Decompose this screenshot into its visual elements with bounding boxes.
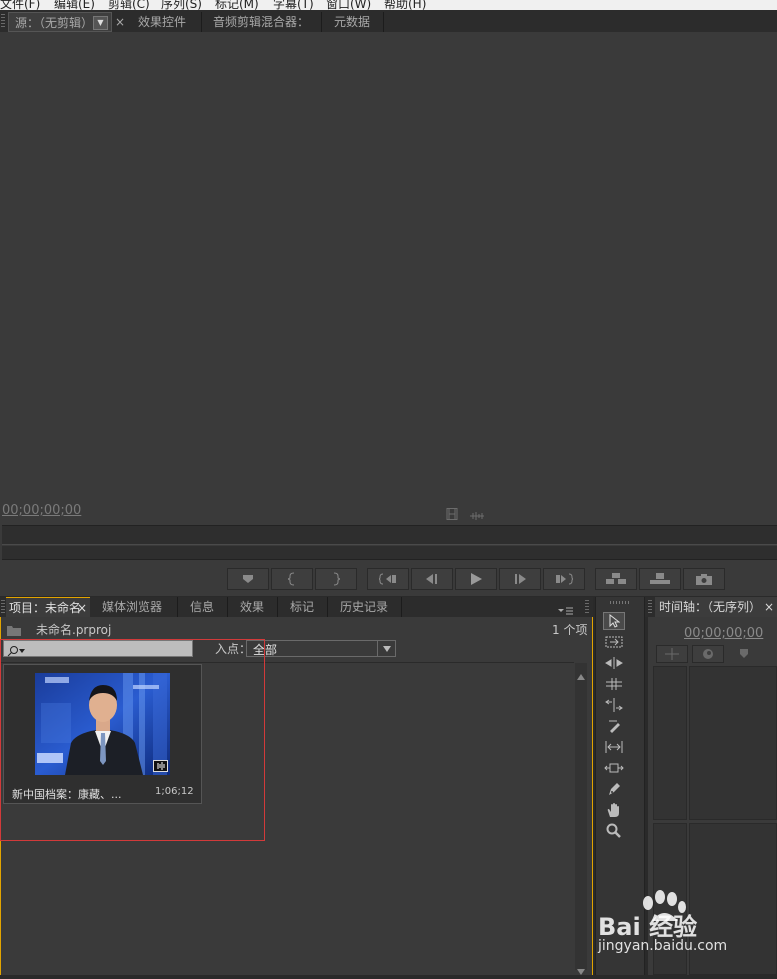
insert-button[interactable] [595,568,637,590]
tab-effects[interactable]: 效果 [228,597,278,617]
tab-markers[interactable]: 标记 [278,597,328,617]
step-back-button[interactable] [411,568,453,590]
audio-waveform-icon[interactable] [470,506,484,525]
play-icon [471,573,482,585]
ripple-edit-tool-icon[interactable] [603,654,625,672]
selection-tool-icon[interactable] [603,612,625,630]
scroll-down-icon[interactable] [577,960,585,979]
tab-metadata[interactable]: 元数据 [322,12,384,32]
project-tab-strip: 项目：未命名 × 媒体浏览器 信息 效果 标记 历史记录 [0,597,593,617]
time-ruler[interactable] [2,525,777,545]
hand-tool-icon[interactable] [603,801,625,819]
timeline-timecode[interactable]: 00;00;00;00 [684,626,763,641]
zoom-scroll-bar[interactable] [2,546,777,560]
scroll-up-icon[interactable] [577,665,585,684]
menu-title[interactable]: 字幕(T) [273,0,314,10]
film-icon[interactable] [446,505,458,524]
project-filename: 未命名.prproj [36,623,112,637]
tab-source[interactable]: 源：（无剪辑） ▼ [8,12,112,32]
add-marker-button[interactable] [227,568,269,590]
panel-grip-right[interactable] [585,600,589,614]
menu-file[interactable]: 文件(F) [0,0,40,10]
go-to-in-icon [379,573,396,585]
mark-out-icon [333,572,340,586]
menu-window[interactable]: 窗口(W) [326,0,371,10]
menu-bar: 文件(F) 编辑(E) 剪辑(C) 序列(S) 标记(M) 字幕(T) 窗口(W… [0,0,777,10]
tab-source-close-icon[interactable]: × [115,12,125,32]
go-to-in-button[interactable] [367,568,409,590]
pen-tool-icon[interactable] [603,780,625,798]
tab-timeline-close-icon[interactable]: × [764,597,774,617]
source-tab-strip: 源：（无剪辑） ▼ × 效果控件 音频剪辑混合器： 元数据 [0,10,777,32]
track-select-tool-icon[interactable] [603,633,625,651]
step-back-icon [426,574,437,584]
camera-icon [696,574,712,585]
menu-edit[interactable]: 编辑(E) [54,0,95,10]
project-scrollbar[interactable] [575,663,587,975]
tab-audio-clip-mixer[interactable]: 音频剪辑混合器： [202,12,322,32]
menu-clip[interactable]: 剪辑(C) [108,0,150,10]
link-icon [703,649,713,659]
timeline-tab-strip: 时间轴：（无序列） × [645,597,777,617]
add-marker-button-timeline[interactable] [728,645,760,663]
chevron-down-icon[interactable] [377,641,396,656]
source-timecode[interactable]: 00;00;00;00 [2,503,81,518]
panel-grip[interactable] [1,600,5,614]
step-forward-button[interactable] [499,568,541,590]
menu-marker[interactable]: 标记(M) [215,0,259,10]
marker-icon [243,575,253,583]
panel-grip[interactable] [1,14,5,28]
go-to-out-button[interactable] [543,568,585,590]
video-track-area[interactable] [689,666,777,820]
insert-icon [606,573,626,584]
mark-in-icon [288,572,295,586]
snap-icon [665,648,679,660]
step-forward-icon [515,574,526,584]
snap-button[interactable] [656,645,688,663]
panel-grip[interactable] [610,601,630,604]
chevron-down-icon[interactable]: ▼ [93,16,108,30]
watermark-url: jingyan.baidu.com [598,938,728,954]
highlight-box [0,639,265,841]
zoom-tool-icon[interactable] [603,822,625,840]
go-to-out-icon [556,573,573,585]
overwrite-button[interactable] [639,568,681,590]
rate-stretch-tool-icon[interactable] [603,696,625,714]
folder-icon [7,621,21,640]
razor-tool-icon[interactable] [603,717,625,735]
mark-out-button[interactable] [315,568,357,590]
menu-sequence[interactable]: 序列(S) [161,0,202,10]
source-monitor [0,32,777,596]
play-button[interactable] [455,568,497,590]
in-point-select[interactable]: 全部 [246,640,396,657]
panel-grip[interactable] [648,600,652,614]
rolling-edit-tool-icon[interactable] [603,675,625,693]
export-frame-button[interactable] [683,568,725,590]
tab-project[interactable]: 项目：未命名 × [6,597,90,617]
menu-help[interactable]: 帮助(H) [384,0,426,10]
tab-effect-controls[interactable]: 效果控件 [126,12,202,32]
tab-timeline[interactable]: 时间轴：（无序列） × [655,597,777,617]
tab-project-label: 项目：未命名 [9,601,82,615]
baidu-jingyan-watermark: Bai 经验 jingyan.baidu.com [598,890,773,965]
marker-icon [740,649,748,658]
tab-history[interactable]: 历史记录 [328,597,402,617]
mark-in-button[interactable] [271,568,313,590]
video-track-header[interactable] [653,666,687,820]
tab-project-close-icon[interactable]: × [77,598,87,618]
tab-info[interactable]: 信息 [178,597,228,617]
watermark-brand: Bai 经验 [598,913,698,941]
tab-timeline-label: 时间轴：（无序列） [659,600,762,614]
slide-tool-icon[interactable] [603,759,625,777]
overwrite-icon [650,573,670,584]
tab-source-label: 源：（无剪辑） [15,16,94,30]
linked-selection-button[interactable] [692,645,724,663]
tab-media-browser[interactable]: 媒体浏览器 [90,597,178,617]
item-count: 1 个项 [552,623,588,637]
slip-tool-icon[interactable] [603,738,625,756]
